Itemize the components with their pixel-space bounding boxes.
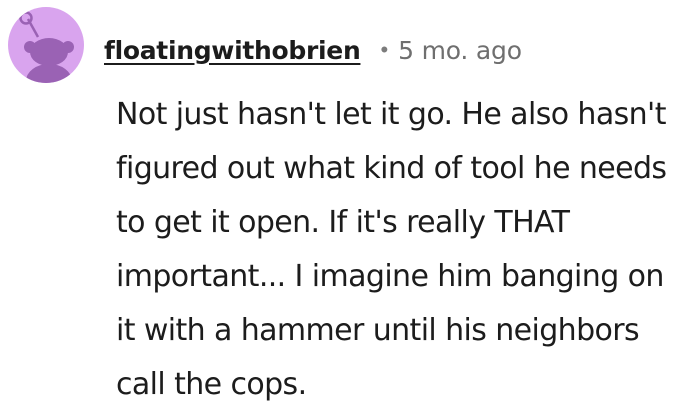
comment: floatingwithobrien • 5 mo. ago Not just … [0,0,700,412]
comment-meta: floatingwithobrien • 5 mo. ago [104,30,522,70]
separator-dot: • [380,37,389,62]
timestamp-link[interactable]: 5 mo. ago [398,36,522,65]
user-avatar[interactable] [8,7,84,83]
comment-body: Not just hasn't let it go. He also hasn'… [116,97,667,402]
snoo-avatar-icon [19,11,74,83]
username-link[interactable]: floatingwithobrien [104,36,361,65]
